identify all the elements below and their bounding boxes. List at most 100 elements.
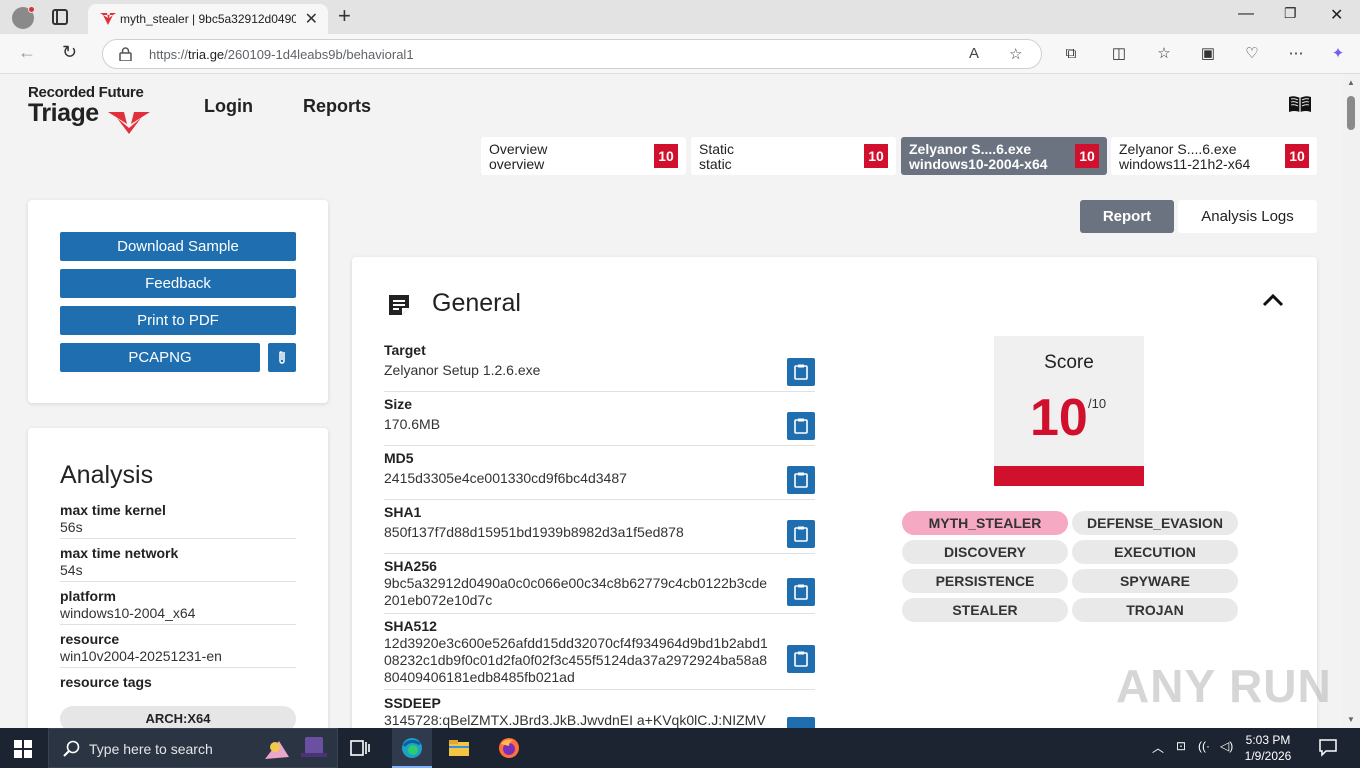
triage-logo[interactable]: Recorded Future Triage (28, 84, 150, 134)
signature-tag[interactable]: PERSISTENCE (902, 569, 1068, 593)
browser-essentials-icon[interactable]: ♡ (1242, 44, 1262, 64)
copy-button[interactable] (787, 412, 815, 440)
file-explorer-icon[interactable] (447, 736, 471, 760)
triage-favicon-icon (100, 13, 116, 25)
analysis-item: platform windows10-2004_x64 (60, 588, 296, 625)
nav-login[interactable]: Login (204, 96, 253, 117)
clipboard-icon (794, 651, 808, 667)
report-tab-static[interactable]: Static static 10 (691, 137, 896, 175)
analysis-item: resource win10v2004-20251231-en (60, 631, 296, 668)
page: Recorded Future Triage Login Reports Ove… (0, 74, 1343, 728)
favorite-star-icon[interactable]: ☆ (1009, 45, 1022, 63)
score-value: 10 (1030, 389, 1088, 447)
edge-taskbar-button[interactable] (392, 728, 432, 768)
lock-icon (119, 47, 132, 61)
extensions-icon[interactable]: ⧉ (1061, 44, 1081, 64)
notifications-icon[interactable] (1318, 737, 1338, 757)
wifi-icon[interactable]: ((· (1198, 739, 1210, 753)
score-badge: 10 (1075, 144, 1099, 168)
pcapng-button[interactable]: PCAPNG (60, 343, 260, 372)
browser-tab[interactable]: myth_stealer | 9bc5a32912d0490a ✕ (88, 4, 328, 34)
clock-time: 5:03 PM (1245, 733, 1291, 747)
anyrun-watermark: ANY RUN (1116, 660, 1332, 712)
windows-start-icon[interactable] (14, 740, 32, 758)
score-badge: 10 (864, 144, 888, 168)
signature-tag[interactable]: TROJAN (1072, 598, 1238, 622)
browser-tabbar: myth_stealer | 9bc5a32912d0490a ✕ + — ❐ … (0, 0, 1360, 34)
taskbar-clock[interactable]: 5:03 PM 1/9/2026 (1238, 732, 1298, 764)
collapse-chevron-up-icon[interactable] (1262, 293, 1284, 307)
tab-actions-icon[interactable] (52, 9, 68, 25)
scroll-up-icon[interactable]: ▲ (1347, 78, 1355, 87)
page-scrollbar[interactable]: ▲ ▼ (1343, 74, 1360, 728)
report-tab-overview[interactable]: Overview overview 10 (481, 137, 686, 175)
profile-avatar-icon[interactable] (12, 6, 35, 29)
score-label: Score (1044, 352, 1094, 373)
signature-tag[interactable]: EXECUTION (1072, 540, 1238, 564)
signature-tag[interactable]: DISCOVERY (902, 540, 1068, 564)
restore-icon[interactable]: ❐ (1284, 5, 1297, 22)
back-icon[interactable]: ← (18, 42, 36, 63)
analysis-item: max time network 54s (60, 545, 296, 582)
reload-icon[interactable]: ↻ (62, 42, 77, 63)
favorites-icon[interactable]: ☆ (1154, 44, 1174, 64)
search-icon (63, 740, 80, 757)
address-bar[interactable]: https://tria.ge/260109-1d4leabs9b/behavi… (102, 39, 1042, 69)
scroll-thumb[interactable] (1347, 96, 1355, 130)
signature-tag[interactable]: STEALER (902, 598, 1068, 622)
new-tab-icon[interactable]: + (338, 3, 351, 29)
analysis-card: Analysis max time kernel 56s max time net… (28, 428, 328, 728)
signature-tag[interactable]: DEFENSE_EVASION (1072, 511, 1238, 535)
volume-icon[interactable]: ◁) (1220, 739, 1233, 753)
signature-tag[interactable]: MYTH_STEALER (902, 511, 1068, 535)
score-max: /10 (1088, 396, 1107, 411)
taskbar-search-placeholder: Type here to search (89, 741, 213, 757)
copy-button[interactable] (787, 717, 815, 728)
clipboard-icon (794, 472, 808, 488)
collections-icon[interactable]: ▣ (1198, 44, 1218, 64)
docs-book-icon[interactable] (1288, 95, 1312, 113)
copy-button[interactable] (787, 578, 815, 606)
read-aloud-icon[interactable]: A (969, 45, 979, 62)
task-view-icon[interactable] (348, 736, 372, 760)
url-text: https://tria.ge/260109-1d4leabs9b/behavi… (149, 47, 414, 62)
browser-tab-title: myth_stealer | 9bc5a32912d0490a (120, 12, 296, 26)
signature-tag[interactable]: SPYWARE (1072, 569, 1238, 593)
report-view-button[interactable]: Report (1080, 200, 1174, 233)
field-row-sha512: SHA512 12d3920e3c600e526afdd15dd32070cf4f… (384, 618, 815, 690)
download-sample-button[interactable]: Download Sample (60, 232, 296, 261)
field-row-size: Size 170.6MB (384, 396, 815, 446)
analysis-logs-button[interactable]: Analysis Logs (1178, 200, 1317, 233)
search-highlight-icon (265, 737, 327, 759)
print-pdf-button[interactable]: Print to PDF (60, 306, 296, 335)
paperclip-icon (279, 351, 285, 364)
report-tab-label: Static static (699, 141, 735, 172)
tray-overflow-icon[interactable]: ︿ (1152, 739, 1164, 756)
clipboard-icon (794, 584, 808, 600)
window-close-icon[interactable]: ✕ (1330, 5, 1343, 25)
minimize-icon[interactable]: — (1238, 5, 1254, 23)
scroll-down-icon[interactable]: ▼ (1347, 715, 1355, 724)
resource-tag: ARCH:X64 (60, 706, 296, 728)
copy-button[interactable] (787, 520, 815, 548)
split-screen-icon[interactable]: ◫ (1109, 44, 1129, 64)
report-tab-label: Zelyanor S....6.exe windows11-21h2-x64 (1119, 141, 1251, 172)
feedback-button[interactable]: Feedback (60, 269, 296, 298)
copy-button[interactable] (787, 358, 815, 386)
report-tab-label: Zelyanor S....6.exe windows10-2004-x64 (909, 141, 1048, 172)
pcapng-attachment-button[interactable] (268, 343, 296, 372)
taskbar-search-box[interactable]: Type here to search (48, 728, 338, 768)
close-tab-icon[interactable]: ✕ (305, 9, 318, 29)
actions-card: Download Sample Feedback Print to PDF PC… (28, 200, 328, 403)
more-menu-icon[interactable]: ⋯ (1286, 44, 1306, 64)
copy-button[interactable] (787, 466, 815, 494)
analysis-item: max time kernel 56s (60, 502, 296, 539)
report-tab-behavioral2[interactable]: Zelyanor S....6.exe windows11-21h2-x64 10 (1111, 137, 1317, 175)
firefox-icon[interactable] (497, 736, 521, 760)
copy-button[interactable] (787, 645, 815, 673)
network-icon[interactable]: ⊡ (1176, 739, 1186, 753)
copilot-icon[interactable]: ✦ (1328, 44, 1348, 64)
report-tab-behavioral1[interactable]: Zelyanor S....6.exe windows10-2004-x64 10 (901, 137, 1107, 175)
nav-reports[interactable]: Reports (303, 96, 371, 117)
field-row-sha1: SHA1 850f137f7d88d15951bd1939b8982d3a1f5e… (384, 504, 815, 554)
